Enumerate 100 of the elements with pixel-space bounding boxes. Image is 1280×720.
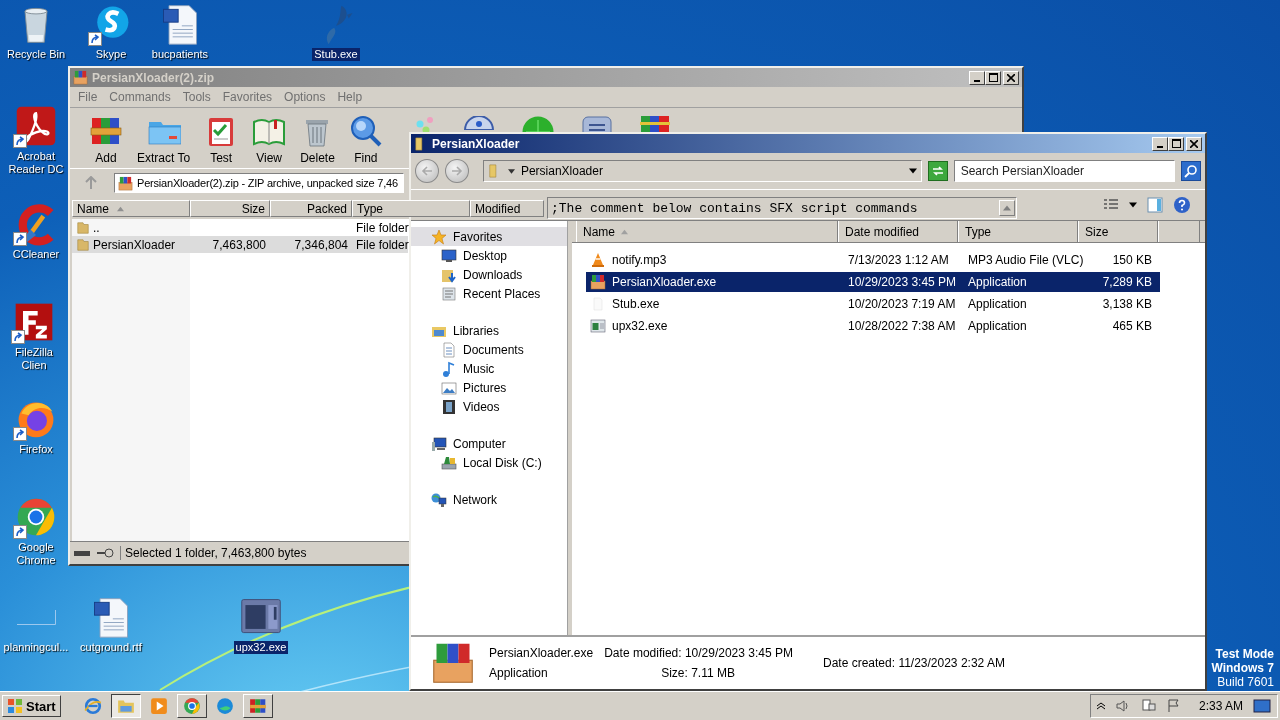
desktop-icon-label[interactable]: Acrobat Reader DC <box>0 150 72 176</box>
minimize-icon <box>1157 145 1163 148</box>
toolbar-button[interactable]: Test <box>201 112 242 167</box>
close-icon <box>1190 139 1198 148</box>
date-text: 10/28/2022 7:38 AM <box>848 319 956 333</box>
archive-box-icon <box>431 641 475 685</box>
date-modified-text: Date modified: 10/29/2023 3:45 PM <box>604 646 793 660</box>
nav-item[interactable]: Documents <box>411 340 567 359</box>
forward-button[interactable] <box>444 159 469 183</box>
archive-box-icon <box>590 274 606 290</box>
window-title: PersianXloader <box>432 136 521 151</box>
nav-item[interactable]: Downloads <box>411 265 567 284</box>
maximize-button[interactable] <box>985 70 1001 85</box>
nav-item[interactable]: Libraries <box>411 321 567 340</box>
column-header[interactable]: Name <box>576 221 838 242</box>
file-row[interactable]: Stub.exe 10/20/2023 7:19 AM Application 3,138 KB <box>586 294 1160 314</box>
toolbar-button[interactable]: Extract To <box>134 112 194 167</box>
nav-item[interactable]: Recent Places <box>411 284 567 303</box>
column-header[interactable]: Type <box>352 200 470 217</box>
back-button[interactable] <box>415 159 439 183</box>
refresh-button[interactable] <box>927 161 948 181</box>
column-header[interactable]: Size <box>190 200 270 217</box>
folder-icon <box>116 697 135 715</box>
sparkle-icon <box>415 116 436 134</box>
magnifier-icon <box>348 114 383 148</box>
desktop-icon-label[interactable]: Stub.exe <box>312 48 360 61</box>
help-button[interactable] <box>1173 196 1191 214</box>
view-menu-button[interactable] <box>1129 201 1137 209</box>
network-icon <box>431 491 447 508</box>
star-icon <box>431 228 447 245</box>
drive-icon <box>441 454 457 471</box>
nav-item[interactable]: Network <box>411 490 567 509</box>
file-row[interactable]: PersianXloader.exe 10/29/2023 3:45 PM Application 7,289 KB <box>586 272 1160 292</box>
toolbar-button[interactable]: View <box>249 112 290 167</box>
file-row[interactable]: .. File folder <box>72 219 408 236</box>
minimize-button[interactable] <box>969 70 985 85</box>
desktop-icon-label[interactable]: bucpatients <box>149 48 211 61</box>
nav-item[interactable]: Computer <box>411 434 567 453</box>
column-header[interactable]: Type <box>958 221 1078 242</box>
nav-item[interactable]: Desktop <box>411 246 567 265</box>
ie-browser-icon <box>83 697 102 715</box>
close-icon <box>1007 73 1015 82</box>
desktop-icon-label[interactable]: Google Chrome <box>0 541 72 567</box>
file-row[interactable]: notify.mp3 7/13/2023 1:12 AM MP3 Audio File (VLC) 150 KB <box>586 250 1160 270</box>
back-arrow-icon <box>420 165 433 177</box>
taskbar-button[interactable] <box>110 694 141 718</box>
sort-arrow-icon <box>621 228 628 235</box>
traffic-cone-icon <box>590 252 606 268</box>
status-text: Selected 1 folder, 7,463,800 bytes <box>120 546 307 560</box>
column-header[interactable]: Modified <box>470 200 544 217</box>
desktop-icon-label[interactable]: CCleaner <box>10 248 62 261</box>
clock-text: 2:33 AM <box>1198 699 1243 713</box>
address-bar[interactable]: PersianXloader <box>482 160 922 182</box>
desktop-icon-label[interactable]: Recycle Bin <box>4 48 68 61</box>
start-button[interactable]: Start <box>2 695 61 717</box>
search-field[interactable]: Search PersianXloader <box>953 160 1176 182</box>
search-button[interactable] <box>1181 161 1201 181</box>
minimize-button[interactable] <box>1152 136 1168 151</box>
nav-item[interactable]: Pictures <box>411 378 567 397</box>
archive-box-icon <box>118 175 133 191</box>
nav-item[interactable]: Local Disk (C:) <box>411 453 567 472</box>
dropdown-caret-icon <box>1129 201 1137 209</box>
column-header[interactable]: Date modified <box>838 221 958 242</box>
maximize-icon <box>988 73 998 82</box>
column-header[interactable]: Name <box>72 200 190 217</box>
nav-item[interactable]: Music <box>411 359 567 378</box>
desktop-icon-label[interactable]: upx32.exe <box>233 641 289 654</box>
nav-item[interactable]: Videos <box>411 397 567 416</box>
path-field[interactable]: PersianXloader(2).zip - ZIP archive, unpacked size 7,46 <box>114 173 404 193</box>
nav-item[interactable]: Favorites <box>411 227 567 246</box>
toolbar-button[interactable]: Find <box>345 112 386 167</box>
os-notice-text: Windows 7 <box>1211 661 1274 675</box>
file-row[interactable]: PersianXloader 7,463,800 7,346,804 File folder <box>72 236 408 253</box>
toolbar-button[interactable]: Delete <box>297 112 338 167</box>
flag-icon <box>1166 699 1181 713</box>
column-header[interactable]: Size <box>1078 221 1158 242</box>
desktop-icon-label[interactable]: Skype <box>93 48 129 61</box>
file-name: PersianXloader.exe <box>612 275 717 289</box>
packed-size-text: 7,346,804 <box>294 237 348 252</box>
file-row[interactable]: upx32.exe 10/28/2022 7:38 AM Application 465 KB <box>586 316 1160 336</box>
drive-icon <box>74 550 90 556</box>
file-name: upx32.exe <box>612 319 668 333</box>
maximize-icon <box>1171 139 1181 148</box>
date-text: 10/20/2023 7:19 AM <box>848 297 956 311</box>
maximize-button[interactable] <box>1168 136 1184 151</box>
sort-arrow-icon <box>117 205 124 212</box>
close-button[interactable] <box>1003 70 1019 85</box>
toolbar-button[interactable]: Add <box>86 112 126 167</box>
forward-arrow-icon <box>450 165 463 177</box>
close-button[interactable] <box>1186 136 1202 151</box>
os-notice-text: Test Mode <box>1215 647 1274 661</box>
file-name: notify.mp3 <box>612 253 667 267</box>
scroll-up-button[interactable] <box>999 200 1015 216</box>
file-type-text: Application <box>968 319 1027 333</box>
picture-icon <box>441 379 457 396</box>
column-header[interactable]: Packed <box>270 200 352 217</box>
file-name: PersianXloader <box>93 237 176 252</box>
desktop-icon-label[interactable]: FileZilla Clien <box>0 346 68 372</box>
network-icon <box>1140 698 1157 714</box>
desktop-icon-label[interactable]: Firefox <box>17 443 55 456</box>
